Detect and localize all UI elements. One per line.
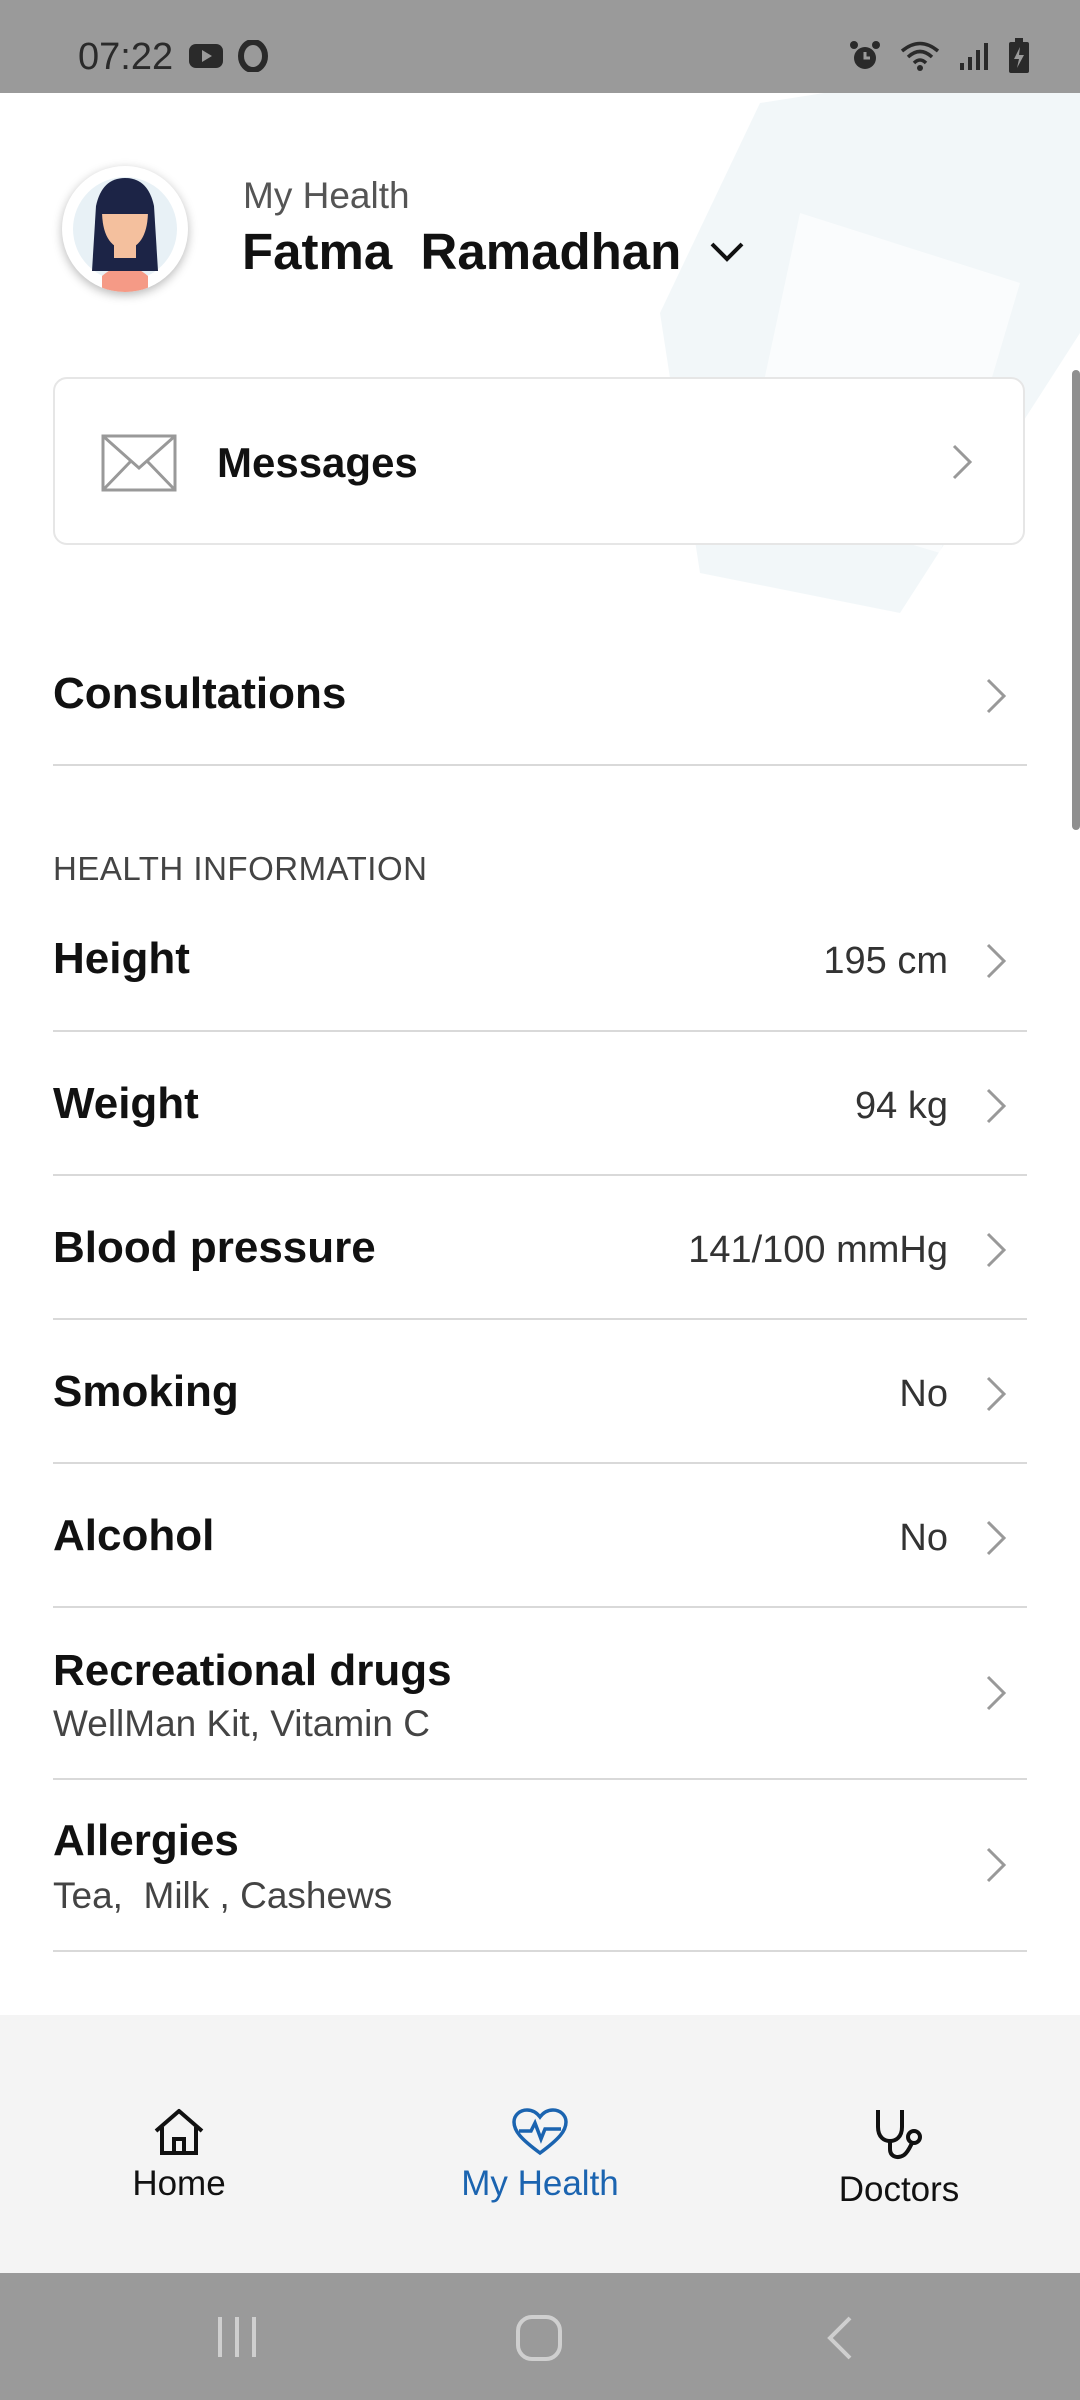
chevron-right-icon — [986, 1232, 1007, 1268]
heart-pulse-icon — [512, 2108, 568, 2156]
blood-pressure-value: 141/100 mmHg — [688, 1229, 948, 1271]
messages-card[interactable]: Messages — [53, 377, 1025, 545]
height-row[interactable]: Height 195 cm — [53, 890, 1027, 1032]
system-navigation-bar — [0, 2273, 1080, 2400]
chevron-right-icon — [986, 1088, 1007, 1124]
consultations-row[interactable]: Consultations — [53, 622, 1027, 766]
youtube-icon — [189, 44, 223, 68]
nav-my-health-label: My Health — [461, 2164, 619, 2203]
blood-pressure-label: Blood pressure — [53, 1223, 376, 1272]
back-icon[interactable] — [825, 2315, 855, 2361]
avatar[interactable] — [62, 166, 188, 292]
messages-label: Messages — [217, 439, 418, 486]
chevron-right-icon — [986, 678, 1007, 714]
nav-home[interactable]: Home — [59, 2107, 299, 2204]
height-value: 195 cm — [823, 940, 948, 982]
envelope-icon — [101, 434, 177, 492]
chevron-right-icon — [986, 1376, 1007, 1412]
profile-name: Fatma Ramadhan — [242, 223, 682, 280]
stethoscope-icon — [876, 2110, 922, 2159]
recreational-drugs-value: WellMan Kit, Vitamin C — [53, 1703, 430, 1744]
blood-pressure-row[interactable]: Blood pressure 141/100 mmHg — [53, 1176, 1027, 1320]
opera-icon — [238, 40, 268, 72]
nav-home-label: Home — [132, 2164, 226, 2203]
allergies-row[interactable]: Allergies Tea, Milk , Cashews — [53, 1780, 1027, 1952]
profile-switcher[interactable]: Fatma Ramadhan — [242, 222, 745, 281]
background-decoration — [660, 93, 1080, 613]
weight-row[interactable]: Weight 94 kg — [53, 1032, 1027, 1176]
wifi-icon — [900, 41, 940, 71]
health-information-header: HEALTH INFORMATION — [53, 850, 428, 887]
consultations-label: Consultations — [53, 669, 347, 718]
allergies-value: Tea, Milk , Cashews — [53, 1875, 393, 1916]
recreational-drugs-label: Recreational drugs — [53, 1646, 452, 1695]
chevron-right-icon — [986, 1520, 1007, 1556]
battery-icon — [1009, 38, 1029, 73]
alcohol-value: No — [899, 1517, 948, 1559]
alcohol-label: Alcohol — [53, 1511, 215, 1560]
chevron-down-icon — [710, 242, 744, 262]
signal-icon — [960, 43, 988, 70]
status-time: 07:22 — [78, 36, 174, 78]
alarm-icon — [850, 41, 880, 69]
weight-label: Weight — [53, 1079, 199, 1128]
smoking-label: Smoking — [53, 1367, 239, 1416]
nav-doctors-label: Doctors — [838, 2170, 960, 2209]
height-label: Height — [53, 934, 190, 983]
recent-apps-icon[interactable] — [214, 2315, 260, 2359]
scrollbar[interactable] — [1072, 370, 1080, 830]
smoking-row[interactable]: Smoking No — [53, 1320, 1027, 1464]
nav-my-health[interactable]: My Health — [420, 2107, 660, 2204]
chevron-right-icon — [986, 1847, 1007, 1883]
weight-value: 94 kg — [855, 1085, 948, 1127]
status-bar: 07:22 — [0, 0, 1080, 93]
avatar-image — [73, 177, 177, 292]
chevron-right-icon — [986, 1675, 1007, 1711]
alcohol-row[interactable]: Alcohol No — [53, 1464, 1027, 1608]
page-subtitle: My Health — [243, 175, 410, 216]
nav-doctors[interactable]: Doctors — [779, 2107, 1019, 2210]
home-button-icon[interactable] — [515, 2314, 563, 2362]
chevron-right-icon — [952, 444, 973, 480]
recreational-drugs-row[interactable]: Recreational drugs WellMan Kit, Vitamin … — [53, 1608, 1027, 1780]
bottom-navigation: Home My Health Doctors — [0, 2015, 1080, 2273]
smoking-value: No — [899, 1373, 948, 1415]
home-icon — [154, 2109, 204, 2155]
chevron-right-icon — [986, 943, 1007, 979]
allergies-label: Allergies — [53, 1816, 239, 1865]
